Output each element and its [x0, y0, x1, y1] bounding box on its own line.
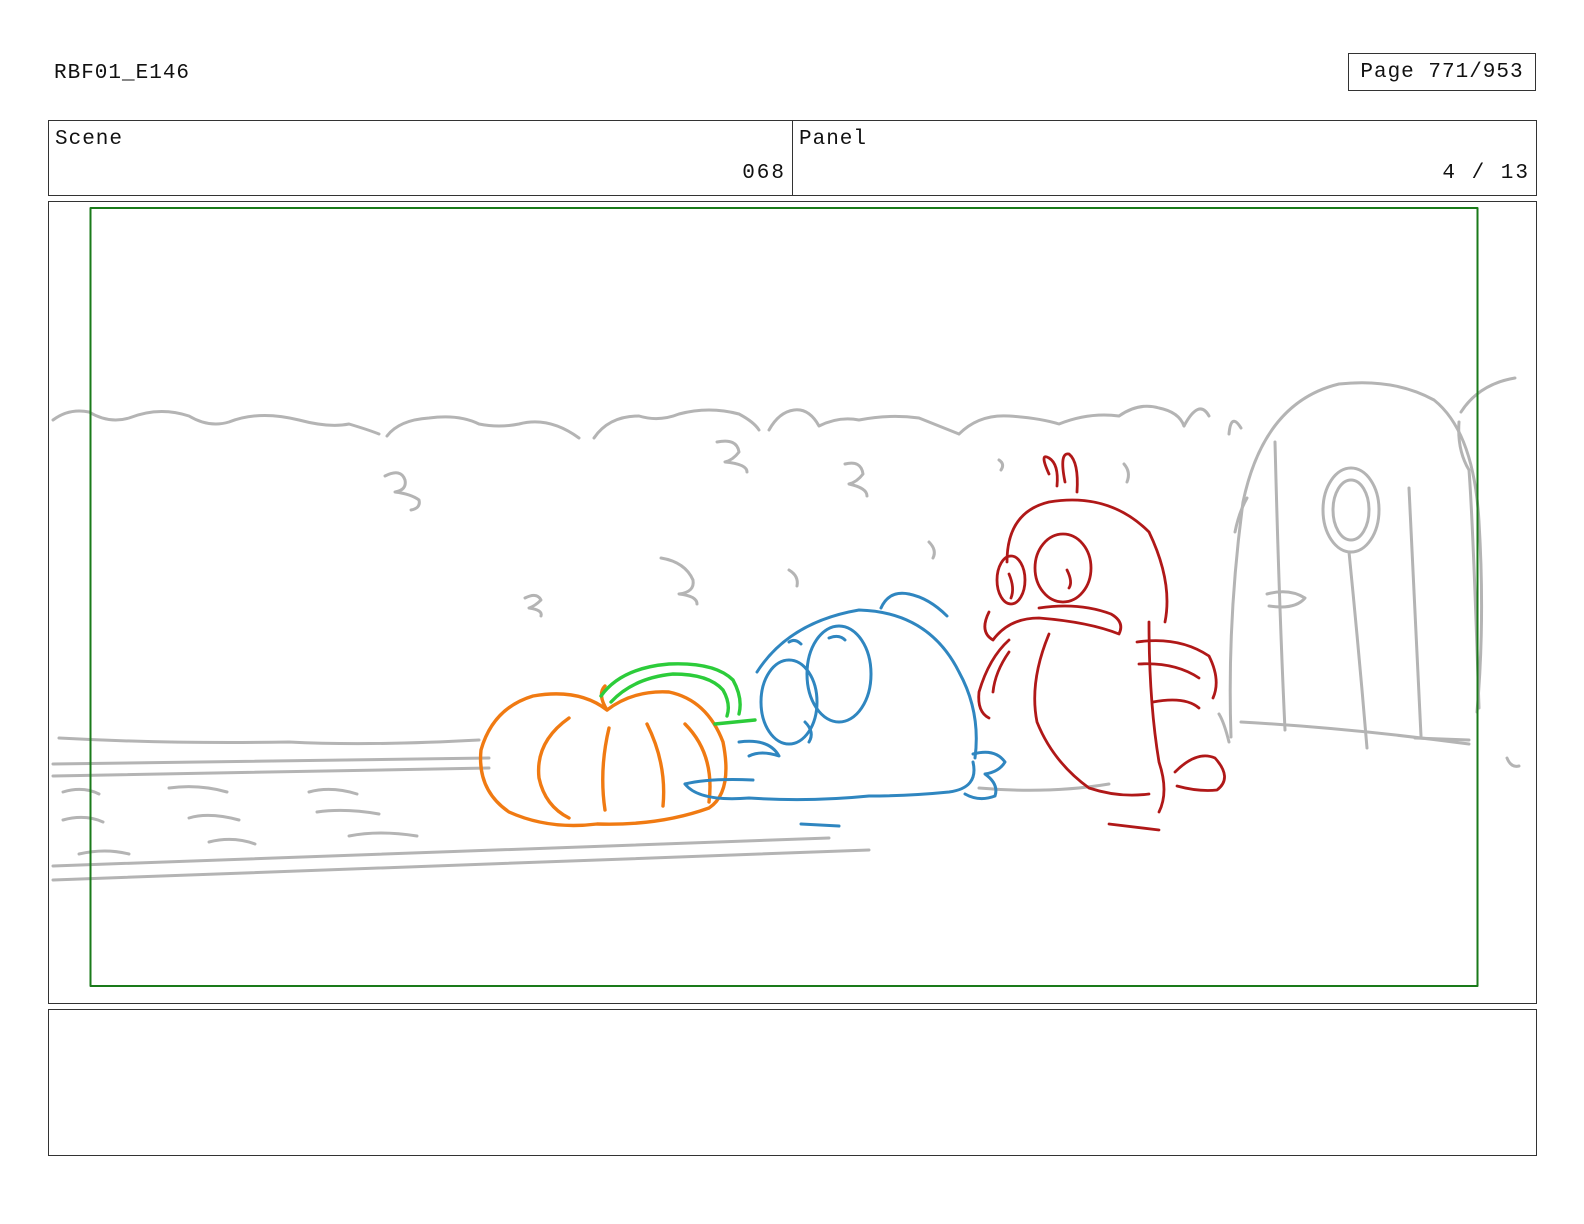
storyboard-sketch — [51, 207, 1521, 987]
notes-box — [48, 1009, 1537, 1156]
panel-cell: Panel 4 / 13 — [792, 121, 1536, 195]
red-character-sketch — [977, 452, 1226, 832]
background-sketch — [51, 376, 1521, 882]
page-counter: Page 771/953 — [1348, 53, 1536, 91]
panel-label: Panel — [799, 128, 868, 151]
scene-cell: Scene 068 — [49, 121, 792, 195]
scene-number: 068 — [742, 162, 786, 185]
panel-number: 4 / 13 — [1442, 162, 1530, 185]
pumpkin-sketch — [478, 684, 728, 828]
safe-frame — [89, 207, 1479, 987]
blue-character-sketch — [683, 591, 1007, 828]
storyboard-panel — [48, 201, 1537, 1004]
production-code: RBF01_E146 — [54, 62, 191, 85]
scene-panel-info: Scene 068 Panel 4 / 13 — [48, 120, 1537, 196]
scene-label: Scene — [55, 128, 124, 151]
